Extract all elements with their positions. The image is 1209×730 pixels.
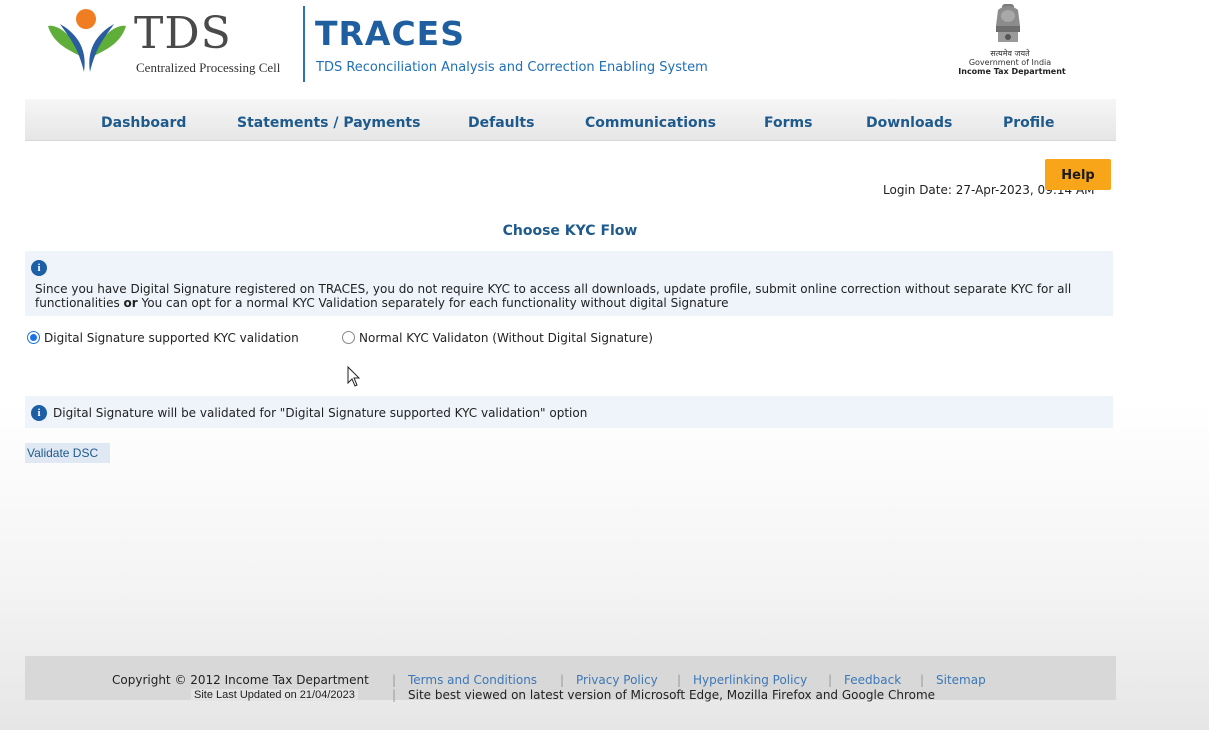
site-updated-text: Site Last Updated on 21/04/2023 — [191, 689, 358, 701]
traces-wordmark: TRACES — [315, 14, 465, 53]
radio-normal-kyc[interactable] — [342, 331, 355, 344]
nav-statements-payments[interactable]: Statements / Payments — [237, 115, 420, 131]
nav-forms[interactable]: Forms — [764, 115, 812, 131]
option-label: Normal KYC Validaton (Without Digital Si… — [359, 331, 653, 345]
income-tax-department-text: Income Tax Department — [958, 67, 1066, 76]
header-divider — [303, 6, 305, 82]
dsc-note-text: Digital Signature will be validated for … — [53, 406, 588, 420]
tds-subtitle: Centralized Processing Cell — [136, 60, 281, 75]
mouse-pointer-icon — [347, 366, 361, 387]
footer-link-sitemap[interactable]: Sitemap — [936, 673, 986, 687]
kyc-info-text: Since you have Digital Signature registe… — [35, 282, 1072, 310]
help-button[interactable]: Help — [1045, 159, 1111, 190]
site-header: TDS Centralized Processing Cell TRACES T… — [0, 0, 1209, 98]
best-viewed-text: Site best viewed on latest version of Mi… — [408, 688, 936, 702]
nav-dashboard[interactable]: Dashboard — [101, 115, 186, 131]
kyc-info-box: i Since you have Digital Signature regis… — [25, 251, 1113, 316]
nav-profile[interactable]: Profile — [1003, 115, 1054, 131]
footer-separator: | — [677, 673, 682, 687]
main-navigation: Dashboard Statements / Payments Defaults… — [25, 99, 1116, 141]
footer-link-feedback[interactable]: Feedback — [844, 673, 901, 687]
copyright-text: Copyright © 2012 Income Tax Department — [112, 673, 369, 687]
option-label: Digital Signature supported KYC validati… — [44, 331, 299, 345]
info-icon: i — [31, 260, 47, 276]
validate-dsc-button[interactable]: Validate DSC — [25, 443, 110, 463]
footer-separator: | — [392, 673, 397, 687]
government-of-india-text: Government of India — [968, 58, 1052, 67]
footer-separator: | — [392, 688, 397, 702]
footer-separator: | — [560, 673, 565, 687]
option-normal-kyc[interactable]: Normal KYC Validaton (Without Digital Si… — [342, 331, 653, 345]
nav-communications[interactable]: Communications — [585, 115, 716, 131]
national-emblem-icon — [996, 4, 1020, 42]
traces-subtitle: TDS Reconciliation Analysis and Correcti… — [316, 60, 708, 75]
radio-digital-signature-kyc[interactable] — [27, 331, 40, 344]
nav-downloads[interactable]: Downloads — [866, 115, 952, 131]
option-digital-signature-kyc[interactable]: Digital Signature supported KYC validati… — [27, 331, 299, 345]
footer-link-hyperlinking[interactable]: Hyperlinking Policy — [693, 673, 807, 687]
dsc-note-box: i Digital Signature will be validated fo… — [25, 396, 1113, 428]
nav-defaults[interactable]: Defaults — [468, 115, 534, 131]
info-icon: i — [31, 405, 47, 421]
footer-separator: | — [828, 673, 833, 687]
page-title: Choose KYC Flow — [502, 223, 638, 239]
tds-wordmark: TDS — [134, 8, 232, 59]
site-footer: Copyright © 2012 Income Tax Department S… — [25, 656, 1116, 702]
tds-logo — [48, 9, 126, 72]
footer-link-terms[interactable]: Terms and Conditions — [408, 673, 537, 687]
footer-link-privacy[interactable]: Privacy Policy — [576, 673, 658, 687]
footer-separator: | — [920, 673, 925, 687]
